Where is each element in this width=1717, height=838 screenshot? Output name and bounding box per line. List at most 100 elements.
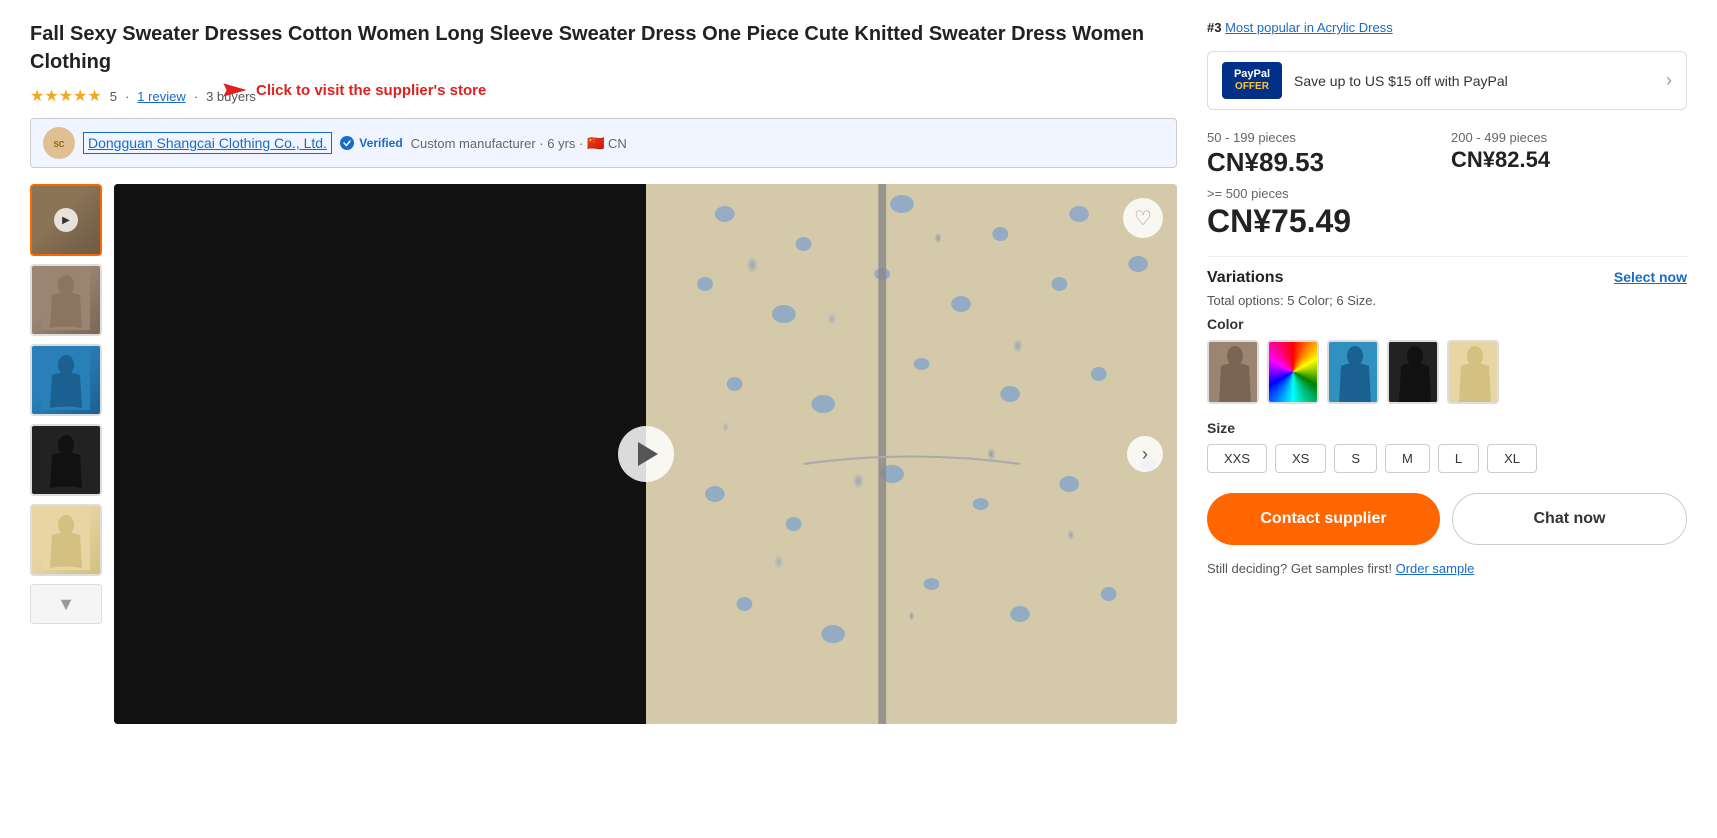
select-now-link[interactable]: Select now [1614, 269, 1687, 285]
variations-meta: Total options: 5 Color; 6 Size. [1207, 293, 1687, 308]
paypal-logo-text2: OFFER [1232, 81, 1272, 93]
verified-badge: Verified [340, 136, 403, 151]
paypal-offer[interactable]: PayPal OFFER Save up to US $15 off with … [1207, 51, 1687, 110]
size-xl[interactable]: XL [1487, 444, 1537, 473]
variations-section: Variations Select now Total options: 5 C… [1207, 269, 1687, 473]
chevron-down-icon: ▼ [57, 594, 75, 615]
color-swatch-black[interactable] [1387, 340, 1439, 404]
verified-icon [340, 136, 354, 150]
country-flag: 🇨🇳 [587, 135, 604, 151]
price-tiers: 50 - 199 pieces CN¥89.53 200 - 499 piece… [1207, 130, 1687, 178]
dress-thumb-5 [42, 510, 90, 570]
gallery-area: ▶ [30, 184, 1177, 724]
contact-supplier-button[interactable]: Contact supplier [1207, 493, 1440, 545]
supplier-logo: SC [43, 127, 75, 159]
price-tier-1: 50 - 199 pieces CN¥89.53 [1207, 130, 1443, 178]
swatch-blue-fill [1329, 342, 1377, 402]
category-link[interactable]: Most popular in Acrylic Dress [1225, 20, 1393, 35]
color-swatch-brown[interactable] [1207, 340, 1259, 404]
product-right-panel: #3 Most popular in Acrylic Dress PayPal … [1207, 20, 1687, 724]
tooltip-text: Click to visit the supplier's store [256, 82, 486, 99]
chevron-right-icon: › [1142, 444, 1148, 465]
order-sample-link[interactable]: Order sample [1396, 561, 1475, 576]
swatch-brown-fill [1209, 342, 1257, 402]
next-image-button[interactable]: › [1127, 436, 1163, 472]
paypal-logo: PayPal OFFER [1222, 62, 1282, 99]
color-swatch-blue[interactable] [1327, 340, 1379, 404]
size-options: XXS XS S M L XL [1207, 444, 1687, 473]
blue-dress-icon [1329, 342, 1379, 404]
rating-value: 5 [110, 89, 117, 104]
rank-number: #3 [1207, 20, 1221, 35]
color-swatch-cream[interactable] [1447, 340, 1499, 404]
swatch-cream-fill [1449, 342, 1497, 402]
swatch-black-fill [1389, 342, 1437, 402]
variations-title: Variations [1207, 269, 1283, 287]
play-button[interactable] [618, 426, 674, 482]
thumbnail-list: ▶ [30, 184, 102, 724]
reviews-link[interactable]: 1 review [137, 89, 185, 104]
heart-icon: ♡ [1134, 206, 1152, 231]
color-label: Color [1207, 316, 1687, 332]
supplier-meta: Custom manufacturer · 6 yrs · 🇨🇳 CN [411, 135, 627, 152]
supplier-logo-icon: SC [45, 129, 73, 157]
swatch-multicolor-fill [1269, 342, 1317, 402]
paypal-description: Save up to US $15 off with PayPal [1294, 73, 1654, 89]
thumbnail-4[interactable] [30, 424, 102, 496]
thumbnail-scroll-down[interactable]: ▼ [30, 584, 102, 624]
dress-thumb-3 [42, 350, 90, 410]
dress-thumb-2 [42, 270, 90, 330]
product-image-area [646, 184, 1178, 724]
tier1-range: 50 - 199 pieces [1207, 130, 1443, 145]
product-left-section: Fall Sexy Sweater Dresses Cotton Women L… [30, 20, 1177, 724]
cream-dress-icon [1449, 342, 1499, 404]
svg-text:SC: SC [53, 140, 64, 149]
floral-background [646, 184, 1178, 724]
size-label: Size [1207, 420, 1687, 436]
still-deciding-text: Still deciding? Get samples first! Order… [1207, 561, 1687, 576]
thumbnail-3[interactable] [30, 344, 102, 416]
tier1-price: CN¥89.53 [1207, 147, 1443, 178]
tier3-range: >= 500 pieces [1207, 186, 1687, 201]
popularity-tag: #3 Most popular in Acrylic Dress [1207, 20, 1687, 35]
brown-dress-icon [1209, 342, 1259, 404]
paypal-logo-text1: PayPal [1232, 68, 1272, 81]
tier2-price: CN¥82.54 [1451, 147, 1687, 173]
color-swatches [1207, 340, 1687, 404]
price-tier-3: >= 500 pieces CN¥75.49 [1207, 186, 1687, 240]
tier2-range: 200 - 499 pieces [1451, 130, 1687, 145]
supplier-banner[interactable]: SC Dongguan Shangcai Clothing Co., Ltd. … [30, 118, 1177, 168]
supplier-tooltip: Click to visit the supplier's store [210, 80, 486, 100]
chat-now-button[interactable]: Chat now [1452, 493, 1687, 545]
main-image: ♡ › [114, 184, 1177, 724]
action-buttons: Contact supplier Chat now [1207, 493, 1687, 545]
size-s[interactable]: S [1334, 444, 1377, 473]
favorite-button[interactable]: ♡ [1123, 198, 1163, 238]
price-tier-2: 200 - 499 pieces CN¥82.54 [1451, 130, 1687, 178]
video-area [114, 184, 646, 724]
arrow-icon [210, 80, 250, 100]
star-rating: ★★★★★ [30, 86, 102, 106]
paypal-arrow-icon: › [1666, 70, 1672, 91]
thumbnail-2[interactable] [30, 264, 102, 336]
dot-separator: · [125, 89, 129, 104]
product-title: Fall Sexy Sweater Dresses Cotton Women L… [30, 20, 1177, 76]
size-xxs[interactable]: XXS [1207, 444, 1267, 473]
color-swatch-multicolor[interactable] [1267, 340, 1319, 404]
dot-separator2: · [194, 89, 198, 104]
dress-thumb-4 [42, 430, 90, 490]
supplier-name[interactable]: Dongguan Shangcai Clothing Co., Ltd. [83, 132, 332, 154]
thumbnail-1[interactable]: ▶ [30, 184, 102, 256]
floral-pattern [646, 184, 1178, 724]
ratings-row: ★★★★★ 5 · 1 review · 3 buyers [30, 86, 1177, 106]
divider-1 [1207, 256, 1687, 257]
play-triangle-icon [638, 442, 658, 466]
size-l[interactable]: L [1438, 444, 1479, 473]
black-dress-icon [1389, 342, 1439, 404]
play-icon-thumb: ▶ [54, 208, 78, 232]
pricing-section: 50 - 199 pieces CN¥89.53 200 - 499 piece… [1207, 130, 1687, 240]
tier3-price: CN¥75.49 [1207, 203, 1687, 240]
thumbnail-5[interactable] [30, 504, 102, 576]
size-m[interactable]: M [1385, 444, 1430, 473]
size-xs[interactable]: XS [1275, 444, 1326, 473]
